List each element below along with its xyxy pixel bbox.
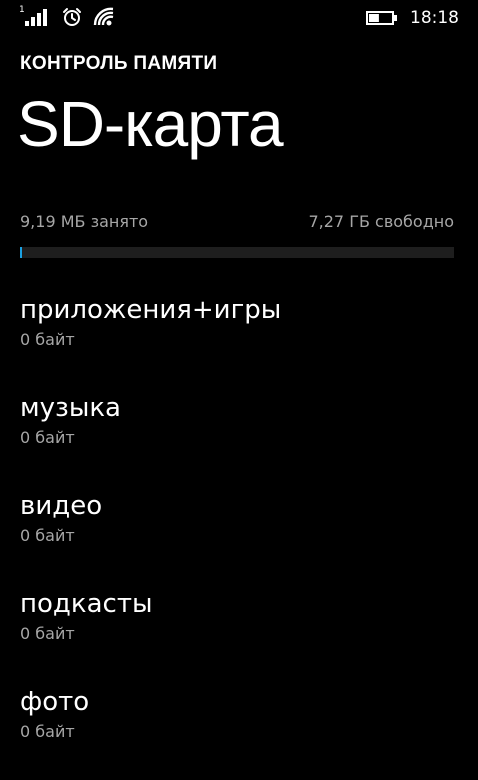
storage-category-list: приложения+игры 0 байт музыка 0 байт вид… <box>0 290 478 780</box>
category-size: 0 байт <box>20 330 75 349</box>
category-size: 0 байт <box>20 722 75 741</box>
category-size: 0 байт <box>20 428 75 447</box>
used-space-label: 9,19 МБ занято <box>20 212 149 231</box>
status-bar: 1 18:18 <box>0 0 478 36</box>
category-item-photos[interactable]: фото 0 байт <box>20 682 460 780</box>
alarm-icon <box>63 8 81 26</box>
category-size: 0 байт <box>20 526 75 545</box>
category-name: музыка <box>20 393 121 423</box>
wifi-icon <box>93 7 114 26</box>
signal-bar <box>25 21 29 26</box>
app-title: КОНТРОЛЬ ПАМЯТИ <box>20 53 218 74</box>
free-space-label: 7,27 ГБ свободно <box>308 212 454 231</box>
signal-bar <box>31 17 35 26</box>
sim-indicator: 1 <box>19 5 25 15</box>
category-size: 0 байт <box>20 624 75 643</box>
page-title: SD-карта <box>17 88 284 160</box>
battery-icon <box>366 11 397 25</box>
storage-usage-fill <box>20 247 22 258</box>
category-name: видео <box>20 491 103 521</box>
category-item-music[interactable]: музыка 0 байт <box>20 388 460 486</box>
signal-bar <box>37 13 41 26</box>
category-name: фото <box>20 687 90 717</box>
signal-icon: 1 <box>19 5 53 26</box>
category-item-apps-games[interactable]: приложения+игры 0 байт <box>20 290 460 388</box>
category-item-podcasts[interactable]: подкасты 0 байт <box>20 584 460 682</box>
battery-level <box>369 14 379 22</box>
status-time: 18:18 <box>410 8 459 28</box>
category-name: приложения+игры <box>20 295 282 325</box>
category-item-video[interactable]: видео 0 байт <box>20 486 460 584</box>
signal-bar <box>43 9 47 26</box>
storage-usage-bar <box>20 247 454 258</box>
category-name: подкасты <box>20 589 153 619</box>
